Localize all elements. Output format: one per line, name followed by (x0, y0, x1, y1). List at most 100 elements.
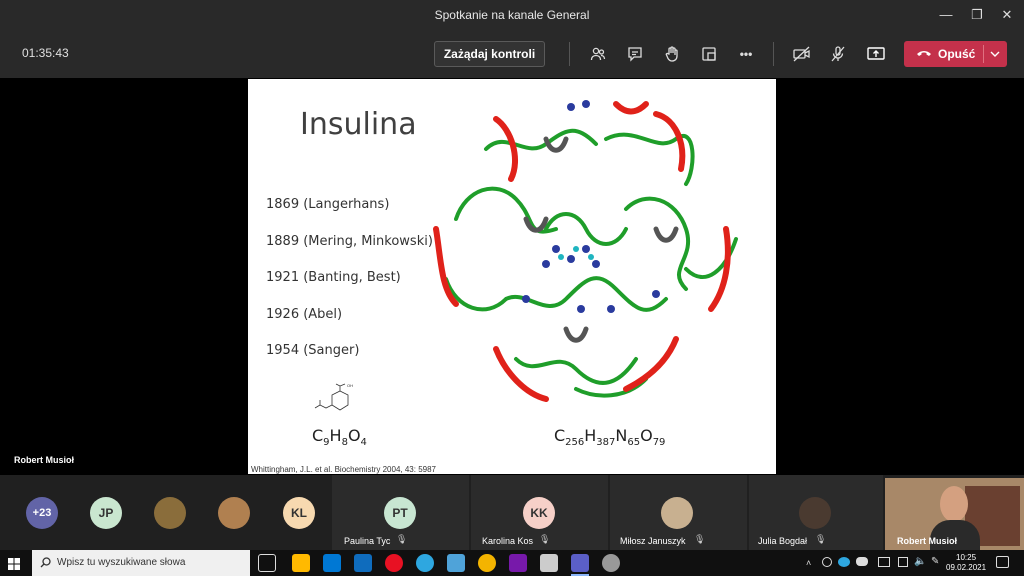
overflow-participants-button[interactable]: +23 (26, 497, 58, 529)
call-timer: 01:35:43 (22, 46, 69, 60)
mic-off-icon: 🎙 (815, 534, 827, 544)
title-bar: Spotkanie na kanale General — ❐ ✕ (0, 0, 1024, 30)
battery-icon[interactable] (898, 557, 908, 567)
edge-icon[interactable] (416, 554, 434, 572)
search-icon (40, 557, 51, 568)
divider (773, 42, 774, 66)
camera-toggle-button[interactable] (790, 42, 814, 66)
avatar (799, 497, 831, 529)
os-taskbar: Wpisz tu wyszukiwane słowa ˄ 🔈 ✎ 10:25 0… (0, 550, 1024, 576)
mic-off-icon: 🎙 (396, 534, 408, 544)
aspirin-formula: C9H8O4 (312, 426, 367, 449)
participants-icon (590, 47, 606, 61)
chat-icon (628, 47, 642, 62)
participant-name: Paulina Tyc (344, 536, 391, 546)
timeline-item: 1926 (Abel) (266, 306, 343, 322)
avatar (661, 497, 693, 529)
minimize-button[interactable]: — (937, 6, 955, 24)
calculator-icon[interactable] (540, 554, 558, 572)
taskbar-clock[interactable]: 10:25 09.02.2021 (946, 553, 986, 573)
window-title: Spotkanie na kanale General (434, 8, 590, 22)
search-placeholder: Wpisz tu wyszukiwane słowa (57, 557, 186, 568)
more-actions-button[interactable]: ••• (734, 42, 758, 66)
raise-hand-button[interactable] (660, 42, 684, 66)
file-explorer-icon[interactable] (292, 554, 310, 572)
timeline-item: 1889 (Mering, Minkowski) (266, 233, 433, 249)
participant-name: Miłosz Januszyk (620, 536, 686, 546)
app-icon[interactable] (602, 554, 620, 572)
onenote-icon[interactable] (509, 554, 527, 572)
participants-button[interactable] (586, 42, 610, 66)
presenter-name-label: Robert Musioł (14, 455, 74, 465)
store-icon[interactable] (323, 554, 341, 572)
call-control-bar: 01:35:43 Zażądaj kontroli ••• Opuść (0, 30, 1024, 78)
timeline-item: 1954 (Sanger) (266, 343, 360, 358)
clock-time: 10:25 (956, 553, 977, 562)
opera-icon[interactable] (385, 554, 403, 572)
participant-tile[interactable]: PT Paulina Tyc 🎙 (332, 475, 469, 550)
insulin-formula: C256H387N65O79 (554, 426, 666, 449)
app-icon[interactable] (447, 554, 465, 572)
request-control-button[interactable]: Zażądaj kontroli (434, 41, 545, 67)
person-face-image (940, 486, 968, 522)
volume-icon[interactable]: 🔈 (914, 556, 926, 567)
rooms-icon (702, 47, 716, 61)
notifications-icon[interactable] (996, 556, 1009, 568)
raise-hand-icon (665, 46, 678, 62)
slide-citation: Whittingham, J.L. et al. Biochemistry 20… (251, 465, 436, 474)
avatar[interactable]: KL (283, 497, 315, 529)
start-button[interactable] (8, 557, 20, 570)
divider (983, 45, 984, 63)
avatar: PT (384, 497, 416, 529)
tray-chevron-icon[interactable]: ˄ (806, 558, 811, 568)
avatar[interactable]: JP (90, 497, 122, 529)
shared-screen-stage: Insulina 1869 (Langerhans) 1889 (Mering,… (0, 78, 1024, 475)
share-screen-button[interactable] (864, 42, 888, 66)
timeline-item: 1921 (Banting, Best) (266, 270, 401, 285)
more-icon: ••• (739, 47, 753, 61)
mic-off-icon: 🎙 (694, 534, 706, 544)
windows-logo-icon (8, 558, 20, 570)
leave-label: Opuść (938, 47, 976, 61)
network-icon[interactable] (878, 557, 890, 567)
camera-off-icon (793, 46, 810, 62)
participant-tile[interactable]: Julia Bogdał 🎙 (749, 475, 883, 550)
avatar: KK (523, 497, 555, 529)
chrome-icon[interactable] (478, 554, 496, 572)
avatar[interactable] (154, 497, 186, 529)
mic-toggle-button[interactable] (826, 42, 850, 66)
insulin-structure-image (433, 100, 738, 402)
maximize-button[interactable]: ❐ (968, 6, 986, 24)
phone-icon (917, 51, 931, 56)
edge-tray-icon[interactable] (838, 557, 850, 567)
participant-name: Karolina Kos (482, 536, 534, 546)
aspirin-oh-label: OH (347, 383, 353, 388)
tray-app-icon[interactable] (822, 557, 832, 567)
participant-strip: +23 JP KL PT Paulina Tyc 🎙 KK Karolina K… (0, 475, 1024, 550)
task-view-icon[interactable] (258, 554, 276, 572)
slide-title: Insulina (300, 107, 417, 142)
participant-name: Julia Bogdał (758, 536, 808, 546)
teams-icon[interactable] (571, 554, 589, 572)
timeline-list: 1869 (Langerhans) 1889 (Mering, Minkowsk… (266, 197, 433, 380)
timeline-item: 1869 (Langerhans) (266, 197, 390, 212)
participant-tile[interactable]: KK Karolina Kos 🎙 (471, 475, 608, 550)
mic-off-icon (831, 46, 845, 62)
breakout-rooms-button[interactable] (697, 42, 721, 66)
close-window-button[interactable]: ✕ (998, 6, 1016, 24)
aspirin-structure-drawing: OH (314, 383, 353, 411)
self-view-name: Robert Musioł (897, 536, 957, 546)
participant-tile[interactable]: Miłosz Januszyk 🎙 (610, 475, 747, 550)
taskbar-search-box[interactable]: Wpisz tu wyszukiwane słowa (32, 550, 250, 576)
avatar[interactable] (218, 497, 250, 529)
self-view-video[interactable]: Robert Musioł (885, 478, 1024, 550)
mic-off-icon: 🎙 (539, 534, 551, 544)
clock-date: 09.02.2021 (946, 563, 987, 572)
onedrive-icon[interactable] (856, 557, 868, 566)
mail-icon[interactable] (354, 554, 372, 572)
chevron-down-icon[interactable] (990, 50, 1000, 58)
chat-button[interactable] (623, 42, 647, 66)
leave-button[interactable]: Opuść (904, 41, 1007, 67)
share-icon (867, 47, 885, 60)
pen-icon[interactable]: ✎ (931, 556, 939, 567)
